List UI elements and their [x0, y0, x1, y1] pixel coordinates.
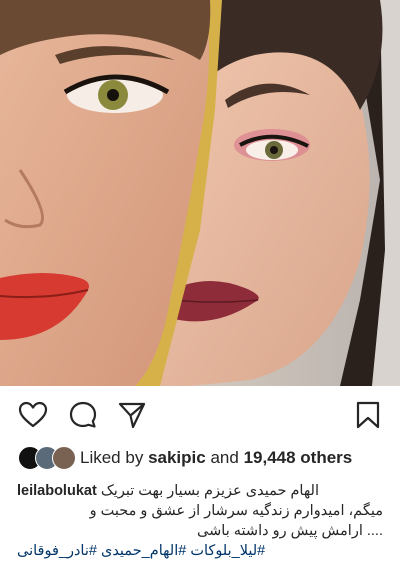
likes-count[interactable]: 19,448 others: [244, 448, 353, 467]
caption-first-line: leilabolukat الهام حمیدی عزیزم بسیار بهت…: [17, 481, 383, 501]
bookmark-icon[interactable]: [353, 400, 383, 430]
caption-text-line1: الهام حمیدی عزیزم بسیار بهت تبریک: [100, 483, 319, 499]
post-caption: leilabolukat الهام حمیدی عزیزم بسیار بهت…: [0, 481, 400, 561]
likes-prefix: Liked by: [80, 448, 144, 467]
comment-icon[interactable]: [68, 400, 98, 430]
likes-summary: Liked by sakipic and 19,448 others: [80, 448, 352, 468]
hashtag-link[interactable]: #لیلا_بلوکات: [190, 543, 265, 559]
two-faces-photo: [0, 0, 400, 386]
heart-icon[interactable]: [18, 400, 48, 430]
caption-hashtags: #لیلا_بلوکات #الهام_حمیدی #نادر_فوقانی: [17, 541, 383, 561]
liker-username[interactable]: sakipic: [148, 448, 206, 467]
caption-text-line2: میگم، امیدوارم زندگیه سرشار از عشق و محب…: [89, 503, 383, 519]
likes-and: and: [210, 448, 239, 467]
post-photo[interactable]: [0, 0, 400, 386]
liker-avatars[interactable]: [18, 446, 78, 470]
caption-text-line3: .... ارامش پیش رو داشته باشی: [197, 523, 383, 539]
hashtag-link[interactable]: #الهام_حمیدی: [101, 543, 186, 559]
hashtag-link[interactable]: #نادر_فوقانی: [17, 543, 97, 559]
caption-username[interactable]: leilabolukat: [17, 483, 97, 499]
likes-row: Liked by sakipic and 19,448 others: [0, 446, 400, 472]
avatar[interactable]: [52, 446, 76, 470]
post-actions-bar: [0, 386, 400, 446]
send-icon[interactable]: [117, 400, 147, 430]
